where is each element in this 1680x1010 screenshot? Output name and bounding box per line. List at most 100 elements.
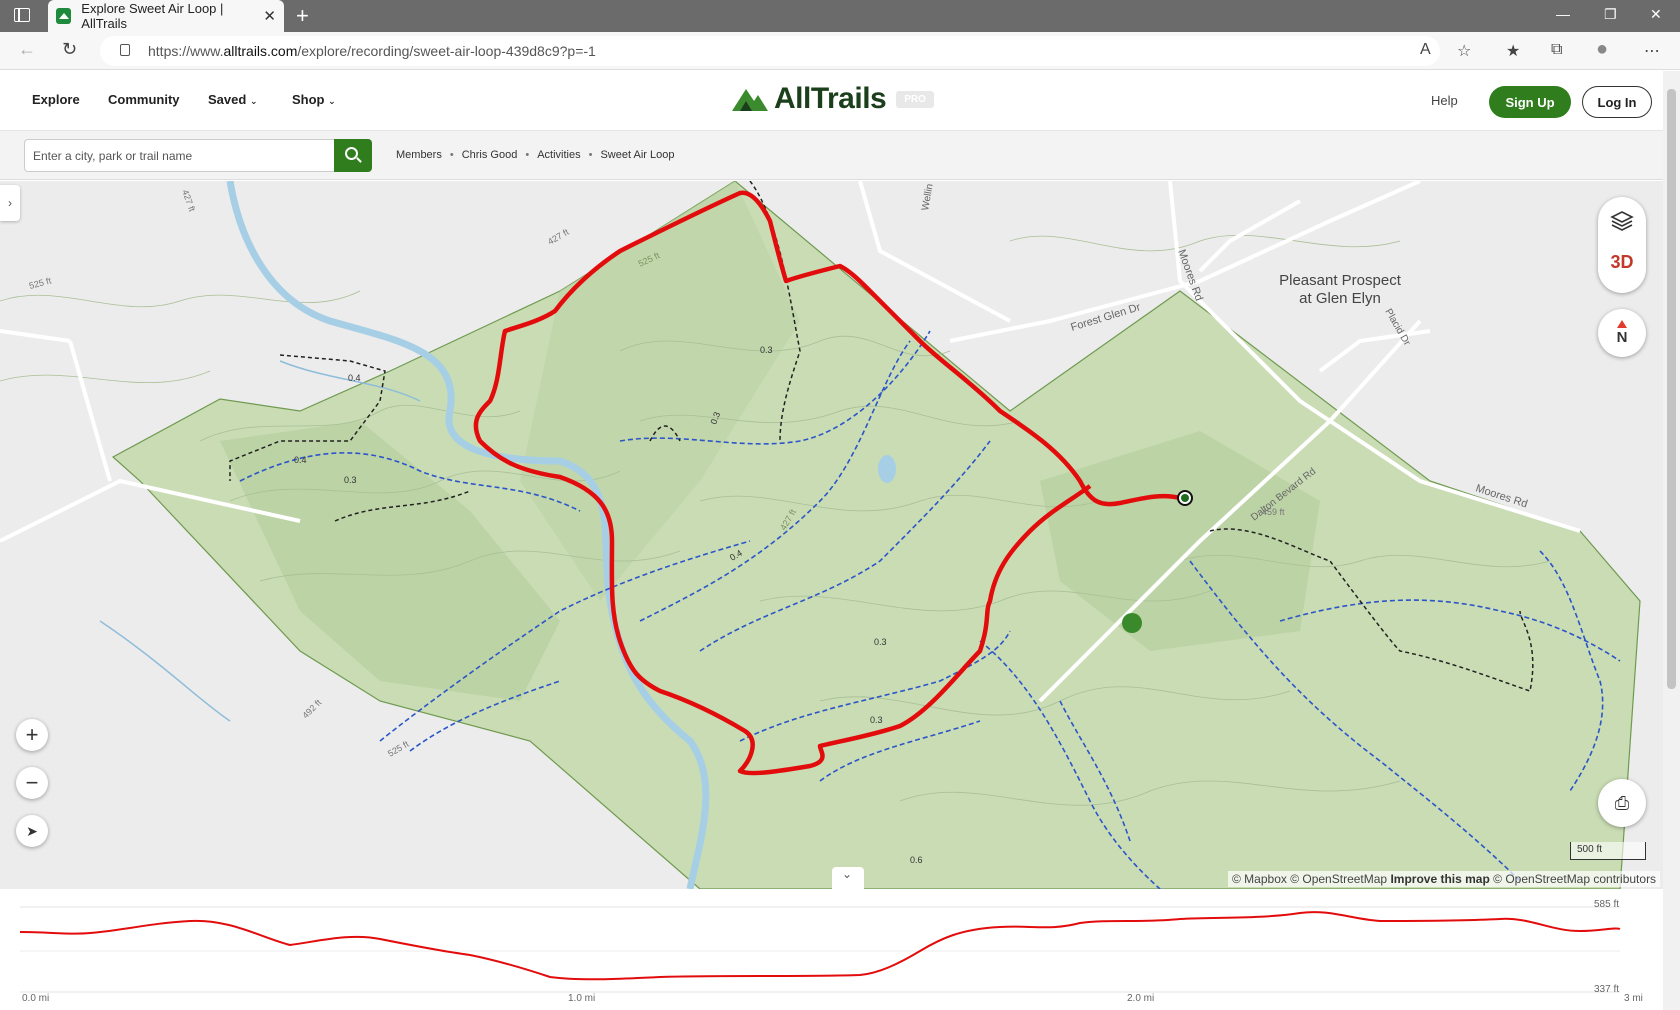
contour-label: 525 ft — [28, 275, 53, 291]
chevron-down-icon: ⌄ — [842, 867, 853, 881]
log-in-button[interactable]: Log In — [1582, 86, 1652, 118]
compass-button[interactable]: N — [1598, 309, 1646, 357]
address-bar: ← ↻ https://www. alltrails.com/explore/re… — [0, 32, 1680, 70]
road-label: Wellin — [920, 183, 936, 212]
map-layers-control[interactable]: 3D — [1598, 197, 1646, 293]
chevron-down-icon: ⌄ — [328, 96, 336, 106]
logo-text: AllTrails — [774, 82, 887, 115]
breadcrumb-user[interactable]: Chris Good — [462, 149, 518, 161]
sidebar-toggle-icon[interactable] — [14, 8, 30, 22]
restore-icon[interactable]: ❐ — [1604, 6, 1617, 23]
collapse-elevation-button[interactable]: ⌄ — [832, 867, 864, 889]
elevation-profile[interactable]: 585 ft 337 ft 0.0 mi 1.0 mi 2.0 mi 3 mi — [0, 889, 1663, 1010]
attribution-mapbox[interactable]: © Mapbox © OpenStreetMap — [1232, 872, 1387, 886]
contour-label: 525 ft — [386, 739, 411, 759]
browser-tab-bar: Explore Sweet Air Loop | AllTrails ✕ + —… — [0, 0, 1680, 32]
nav-community[interactable]: Community — [108, 92, 180, 107]
mountain-logo-icon — [732, 89, 768, 111]
improve-map-link[interactable]: Improve this map — [1390, 872, 1489, 886]
breadcrumb-activities[interactable]: Activities — [537, 149, 580, 161]
contour-label: 427 ft — [180, 188, 197, 213]
place-label: Pleasant Prospect — [1279, 272, 1402, 289]
nav-shop-label: Shop — [292, 92, 325, 107]
url-path: /explore/recording/sweet-air-loop-439d8c… — [297, 43, 596, 59]
segment-label: 0.3 — [760, 345, 773, 355]
add-favorite-icon[interactable]: ☆ — [1457, 41, 1471, 61]
restroom-marker — [1122, 613, 1142, 633]
zoom-out-button[interactable]: − — [16, 767, 48, 799]
distance-label: 0.0 mi — [22, 993, 50, 1004]
search-bar-row: Members• Chris Good• Activities• Sweet A… — [0, 131, 1663, 180]
map-scale: 500 ft — [1570, 842, 1646, 860]
segment-label: 0.6 — [910, 855, 923, 865]
back-icon[interactable]: ← — [18, 39, 36, 60]
elevation-chart — [19, 906, 1621, 993]
collections-icon[interactable]: ⧉ — [1551, 41, 1562, 59]
window-close-icon[interactable]: ✕ — [1650, 6, 1662, 23]
breadcrumb-members[interactable]: Members — [396, 149, 442, 161]
attribution-osm[interactable]: © OpenStreetMap contributors — [1493, 872, 1656, 886]
search-button[interactable] — [334, 139, 372, 172]
favorites-icon[interactable]: ★ — [1506, 41, 1520, 61]
lock-icon — [120, 44, 130, 56]
nav-saved-label: Saved — [208, 92, 247, 107]
elevation-max-label: 585 ft — [1594, 899, 1620, 910]
search-input[interactable] — [24, 139, 334, 172]
url-host: alltrails.com — [223, 43, 298, 59]
locate-arrow-icon: ➤ — [26, 822, 38, 839]
url-field[interactable]: https://www. alltrails.com/explore/record… — [100, 36, 1440, 66]
pro-badge: PRO — [896, 90, 934, 108]
trailhead-marker-inner — [1181, 494, 1189, 502]
3d-toggle-button[interactable]: 3D — [1598, 252, 1646, 273]
segment-label: 0.3 — [874, 637, 887, 647]
zoom-in-button[interactable]: + — [16, 719, 48, 751]
segment-label: 0.3 — [344, 475, 357, 485]
locate-me-button[interactable]: ➤ — [16, 815, 48, 847]
contour-label: 459 ft — [1262, 507, 1285, 517]
nav-shop[interactable]: Shop ⌄ — [292, 92, 336, 107]
contour-label: 427 ft — [546, 227, 571, 247]
north-arrow-icon — [1617, 320, 1627, 328]
alltrails-logo[interactable]: AllTrails PRO — [730, 82, 934, 116]
road-label: Placid Dr — [1382, 307, 1412, 348]
distance-label: 3 mi — [1624, 993, 1643, 1004]
print-button[interactable]: ⎙ — [1598, 779, 1646, 827]
more-menu-icon[interactable]: ⋯ — [1644, 41, 1660, 61]
distance-label: 2.0 mi — [1127, 993, 1155, 1004]
elevation-line — [19, 911, 1621, 981]
browser-tab[interactable]: Explore Sweet Air Loop | AllTrails ✕ — [48, 0, 284, 32]
segment-label: 0.4 — [294, 455, 307, 465]
minimize-icon[interactable]: — — [1556, 6, 1570, 22]
distance-label: 1.0 mi — [568, 993, 596, 1004]
map-attribution: © Mapbox © OpenStreetMap Improve this ma… — [1228, 871, 1661, 887]
url-prefix: https://www. — [148, 43, 224, 59]
breadcrumb-current: Sweet Air Loop — [600, 149, 675, 161]
tab-title: Explore Sweet Air Loop | AllTrails — [81, 1, 224, 31]
sign-up-button[interactable]: Sign Up — [1489, 86, 1571, 118]
nav-explore[interactable]: Explore — [32, 92, 80, 107]
read-aloud-icon[interactable]: A — [1420, 41, 1431, 59]
map-canvas[interactable]: Pleasant Prospect at Glen Elyn Forest Gl… — [0, 181, 1663, 889]
new-tab-icon[interactable]: + — [296, 4, 309, 28]
elevation-min-label: 337 ft — [1594, 984, 1620, 995]
expand-sidebar-button[interactable]: › — [0, 185, 20, 221]
stream — [99, 620, 231, 722]
pond — [878, 455, 896, 483]
scrollbar-thumb[interactable] — [1667, 89, 1676, 689]
close-tab-icon[interactable]: ✕ — [263, 7, 276, 25]
place-label: at Glen Elyn — [1299, 290, 1381, 307]
page-scrollbar[interactable] — [1663, 71, 1680, 1010]
alltrails-favicon-icon — [56, 8, 72, 24]
segment-label: 0.3 — [870, 715, 883, 725]
site-header: Explore Community Saved ⌄ Shop ⌄ AllTrai… — [0, 71, 1663, 131]
compass-label: N — [1616, 329, 1628, 346]
help-link[interactable]: Help — [1431, 93, 1458, 108]
nav-saved[interactable]: Saved ⌄ — [208, 92, 257, 107]
profile-icon[interactable]: ● — [1596, 38, 1608, 61]
contour-label: 492 ft — [300, 697, 323, 720]
trail-map[interactable]: Pleasant Prospect at Glen Elyn Forest Gl… — [0, 181, 1663, 889]
layers-icon[interactable] — [1610, 209, 1634, 233]
chevron-down-icon: ⌄ — [249, 96, 258, 106]
refresh-icon[interactable]: ↻ — [62, 39, 77, 60]
segment-label: 0.4 — [348, 373, 361, 383]
